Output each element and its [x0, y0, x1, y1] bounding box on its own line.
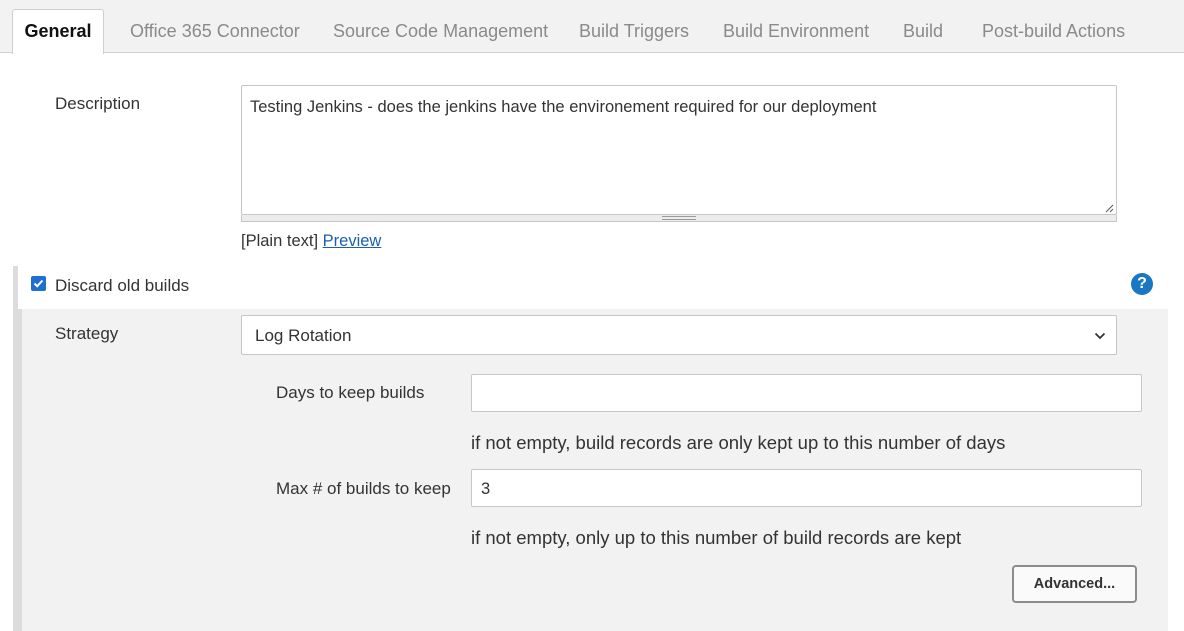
max-builds-label: Max # of builds to keep: [276, 479, 451, 498]
question-mark-icon[interactable]: ?: [1131, 273, 1153, 295]
text-format-row: [Plain text] Preview: [241, 232, 381, 251]
strategy-selected-value: Log Rotation: [255, 326, 352, 345]
tab-office-365-connector[interactable]: Office 365 Connector: [130, 10, 300, 52]
tab-source-code-management[interactable]: Source Code Management: [333, 10, 548, 52]
days-to-keep-input[interactable]: [471, 374, 1142, 412]
advanced-button[interactable]: Advanced...: [1012, 565, 1137, 603]
plain-text-label: [Plain text]: [241, 232, 319, 250]
discard-old-builds-checkbox[interactable]: [31, 276, 46, 291]
checkmark-icon: [33, 279, 44, 288]
days-to-keep-label: Days to keep builds: [276, 383, 425, 402]
description-textarea[interactable]: Testing Jenkins - does the jenkins have …: [241, 85, 1117, 215]
inner-section-rail: [18, 309, 22, 631]
config-tab-bar: General Office 365 Connector Source Code…: [0, 0, 1184, 54]
days-to-keep-hint: if not empty, build records are only kep…: [471, 432, 1006, 453]
strategy-label: Strategy: [55, 324, 119, 343]
tab-general[interactable]: General: [12, 9, 104, 54]
grip-icon: [662, 216, 696, 220]
max-builds-hint: if not empty, only up to this number of …: [471, 527, 962, 548]
max-builds-input[interactable]: 3: [471, 469, 1142, 507]
strategy-select[interactable]: Log Rotation: [241, 315, 1117, 355]
tab-post-build-actions[interactable]: Post-build Actions: [982, 10, 1125, 52]
preview-link[interactable]: Preview: [323, 232, 382, 250]
tab-build[interactable]: Build: [903, 10, 943, 52]
resize-corner-icon[interactable]: [1104, 203, 1114, 213]
tab-build-triggers[interactable]: Build Triggers: [579, 10, 689, 52]
textarea-resize-handle[interactable]: [241, 215, 1117, 222]
tab-build-environment[interactable]: Build Environment: [723, 10, 869, 52]
chevron-down-icon: [1094, 332, 1106, 340]
description-label: Description: [55, 94, 141, 113]
discard-old-builds-label[interactable]: Discard old builds: [55, 276, 189, 296]
